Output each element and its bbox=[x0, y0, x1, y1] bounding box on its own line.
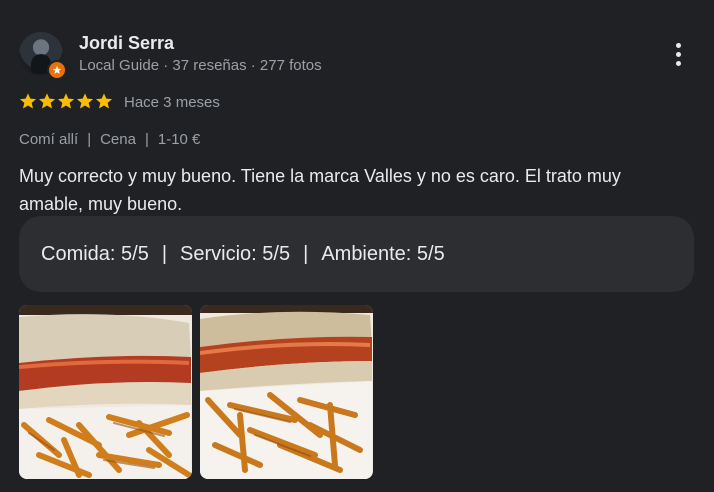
tag-separator: | bbox=[87, 131, 92, 148]
sub-rating-separator: | bbox=[161, 242, 168, 265]
reviewer-name[interactable]: Jordi Serra bbox=[79, 33, 174, 54]
tag-item: Comí allí bbox=[19, 131, 79, 148]
more-dot bbox=[675, 60, 681, 66]
tag-item: Cena bbox=[100, 131, 136, 148]
review-photo-2[interactable] bbox=[200, 305, 373, 479]
star-rating bbox=[19, 92, 113, 110]
tag-item: 1-10 € bbox=[157, 131, 201, 148]
star-icon bbox=[76, 93, 94, 109]
tag-separator: | bbox=[144, 131, 149, 148]
star-icon bbox=[19, 93, 37, 109]
sub-ratings-panel: Comida: 5/5 | Servicio: 5/5 | Ambiente: … bbox=[19, 216, 694, 292]
star-icon bbox=[95, 93, 113, 109]
sub-rating-service: Servicio: 5/5 bbox=[180, 242, 291, 265]
sub-rating-separator: | bbox=[303, 242, 309, 265]
reviewer-meta[interactable]: Local Guide · 37 reseñas · 277 fotos bbox=[79, 57, 322, 74]
hotdog-fries-photo-icon bbox=[19, 305, 192, 479]
sub-rating-food: Comida: 5/5 bbox=[41, 242, 149, 265]
sub-rating-ambience: Ambiente: 5/5 bbox=[321, 242, 445, 265]
more-options-icon[interactable] bbox=[666, 38, 690, 70]
review-tags: Comí allí | Cena | 1-10 € bbox=[19, 131, 200, 148]
hotdog-fries-photo-icon bbox=[200, 305, 373, 479]
review-photo-1[interactable] bbox=[19, 305, 192, 479]
star-icon bbox=[38, 93, 56, 109]
more-dot bbox=[675, 42, 681, 48]
local-guide-badge-icon bbox=[47, 60, 67, 80]
star-icon bbox=[57, 93, 75, 109]
reviewer-avatar[interactable] bbox=[19, 32, 67, 80]
review-text: Muy correcto y muy bueno. Tiene la marca… bbox=[19, 166, 621, 214]
review-time: Hace 3 meses bbox=[124, 94, 220, 111]
more-dot bbox=[675, 51, 681, 57]
